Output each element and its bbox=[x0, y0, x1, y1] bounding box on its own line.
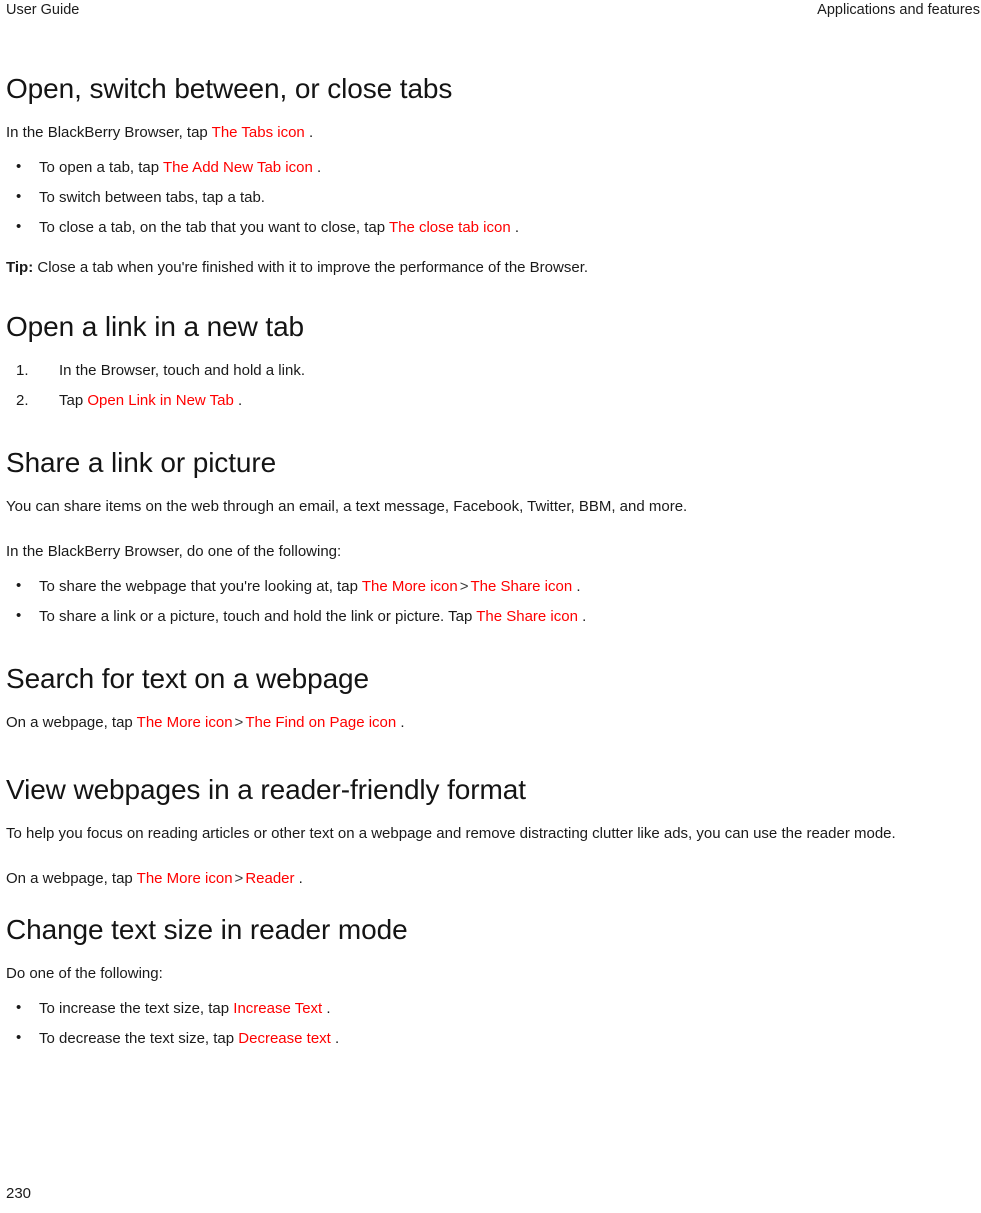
header-left-title: User Guide bbox=[6, 2, 80, 18]
line-text-after: . bbox=[396, 714, 405, 731]
running-header: User Guide Applications and features bbox=[0, 0, 981, 22]
section-heading-reader-friendly-format: View webpages in a reader-friendly forma… bbox=[6, 774, 526, 805]
more-icon-link[interactable]: The More icon bbox=[137, 714, 233, 731]
tabs-icon-link[interactable]: The Tabs icon bbox=[212, 124, 305, 141]
page-content: Open, switch between, or close tabs In t… bbox=[6, 72, 977, 1058]
section-heading-change-text-size-reader: Change text size in reader mode bbox=[6, 914, 408, 945]
bullet-text-before: To switch between tabs, tap a tab. bbox=[39, 189, 265, 206]
reader-instruction-paragraph: On a webpage, tap The More icon > Reader . bbox=[6, 868, 977, 889]
section-heading-search-text-webpage: Search for text on a webpage bbox=[6, 663, 369, 694]
list-item: To switch between tabs, tap a tab. bbox=[6, 186, 977, 208]
bullet-text-before: To increase the text size, tap bbox=[39, 1000, 234, 1017]
share-intro-paragraph: You can share items on the web through a… bbox=[6, 498, 688, 515]
line-text-before: On a webpage, tap bbox=[6, 870, 137, 887]
section-heading-share-link-or-picture: Share a link or picture bbox=[6, 447, 277, 478]
decrease-text-link[interactable]: Decrease text bbox=[238, 1030, 331, 1047]
intro-text-before: In the BlackBerry Browser, tap bbox=[6, 124, 212, 141]
chevron-right-separator: > bbox=[234, 870, 244, 887]
step-number: 2. bbox=[16, 392, 29, 409]
bullet-text-before: To open a tab, tap bbox=[39, 159, 163, 176]
step-text: In the Browser, touch and hold a link. bbox=[59, 362, 305, 379]
step-text-before: Tap bbox=[59, 392, 88, 409]
share-bullet-list: To share the webpage that you're looking… bbox=[6, 575, 977, 627]
bullet-text-after: . bbox=[510, 219, 520, 236]
tabs-bullet-list: To open a tab, tap The Add New Tab icon … bbox=[6, 156, 977, 238]
add-new-tab-icon-link[interactable]: The Add New Tab icon bbox=[163, 159, 313, 176]
close-tab-icon-link[interactable]: The close tab icon bbox=[389, 219, 511, 236]
share-instruction-paragraph: In the BlackBerry Browser, do one of the… bbox=[6, 543, 342, 560]
bullet-text-after: . bbox=[322, 1000, 331, 1017]
reader-link[interactable]: Reader bbox=[245, 870, 294, 887]
intro-text-after: . bbox=[304, 124, 314, 141]
bullet-text-after: . bbox=[330, 1030, 340, 1047]
list-item: 2. Tap Open Link in New Tab . bbox=[6, 390, 977, 411]
line-text-after: . bbox=[294, 870, 303, 887]
list-item: To decrease the text size, tap Decrease … bbox=[6, 1027, 977, 1049]
step-text-after: . bbox=[233, 392, 243, 409]
bullet-text-before: To decrease the text size, tap bbox=[39, 1030, 239, 1047]
change-text-size-intro-paragraph: Do one of the following: bbox=[6, 965, 163, 982]
more-icon-link[interactable]: The More icon bbox=[362, 578, 458, 595]
line-text-before: On a webpage, tap bbox=[6, 714, 137, 731]
change-text-size-bullet-list: To increase the text size, tap Increase … bbox=[6, 997, 977, 1049]
list-item: 1. In the Browser, touch and hold a link. bbox=[6, 360, 977, 381]
bullet-text-after: . bbox=[577, 608, 587, 625]
bullet-text-after: . bbox=[572, 578, 581, 595]
bullet-text-before: To share a link or a picture, touch and … bbox=[39, 608, 477, 625]
tip-paragraph: Tip: Close a tab when you're finished wi… bbox=[6, 257, 977, 278]
section-heading-open-link-new-tab: Open a link in a new tab bbox=[6, 311, 305, 342]
tip-label: Tip: bbox=[6, 259, 34, 276]
bullet-text-before: To close a tab, on the tab that you want… bbox=[39, 219, 389, 236]
find-on-page-icon-link[interactable]: The Find on Page icon bbox=[245, 714, 396, 731]
list-item: To share a link or a picture, touch and … bbox=[6, 605, 977, 627]
step-number: 1. bbox=[16, 362, 29, 379]
share-icon-link[interactable]: The Share icon bbox=[476, 608, 578, 625]
header-right-title: Applications and features bbox=[817, 2, 980, 18]
tip-text: Close a tab when you're finished with it… bbox=[33, 259, 589, 276]
list-item: To increase the text size, tap Increase … bbox=[6, 997, 977, 1019]
list-item: To open a tab, tap The Add New Tab icon … bbox=[6, 156, 977, 178]
bullet-text-after: . bbox=[312, 159, 322, 176]
page-number: 230 bbox=[6, 1185, 32, 1202]
share-icon-link[interactable]: The Share icon bbox=[470, 578, 572, 595]
bullet-text-before: To share the webpage that you're looking… bbox=[39, 578, 362, 595]
chevron-right-separator: > bbox=[459, 578, 469, 595]
open-link-steps-list: 1. In the Browser, touch and hold a link.… bbox=[6, 360, 977, 411]
increase-text-link[interactable]: Increase Text bbox=[233, 1000, 322, 1017]
section-heading-open-switch-close-tabs: Open, switch between, or close tabs bbox=[6, 73, 453, 104]
open-link-in-new-tab-link[interactable]: Open Link in New Tab bbox=[87, 392, 233, 409]
intro-paragraph-tabs: In the BlackBerry Browser, tap The Tabs … bbox=[6, 122, 977, 143]
document-page: User Guide Applications and features Ope… bbox=[0, 0, 981, 1213]
list-item: To close a tab, on the tab that you want… bbox=[6, 216, 977, 238]
more-icon-link[interactable]: The More icon bbox=[137, 870, 233, 887]
reader-intro-paragraph: To help you focus on reading articles or… bbox=[6, 825, 896, 842]
list-item: To share the webpage that you're looking… bbox=[6, 575, 977, 597]
chevron-right-separator: > bbox=[234, 714, 244, 731]
search-instruction-paragraph: On a webpage, tap The More icon > The Find… bbox=[6, 712, 977, 733]
